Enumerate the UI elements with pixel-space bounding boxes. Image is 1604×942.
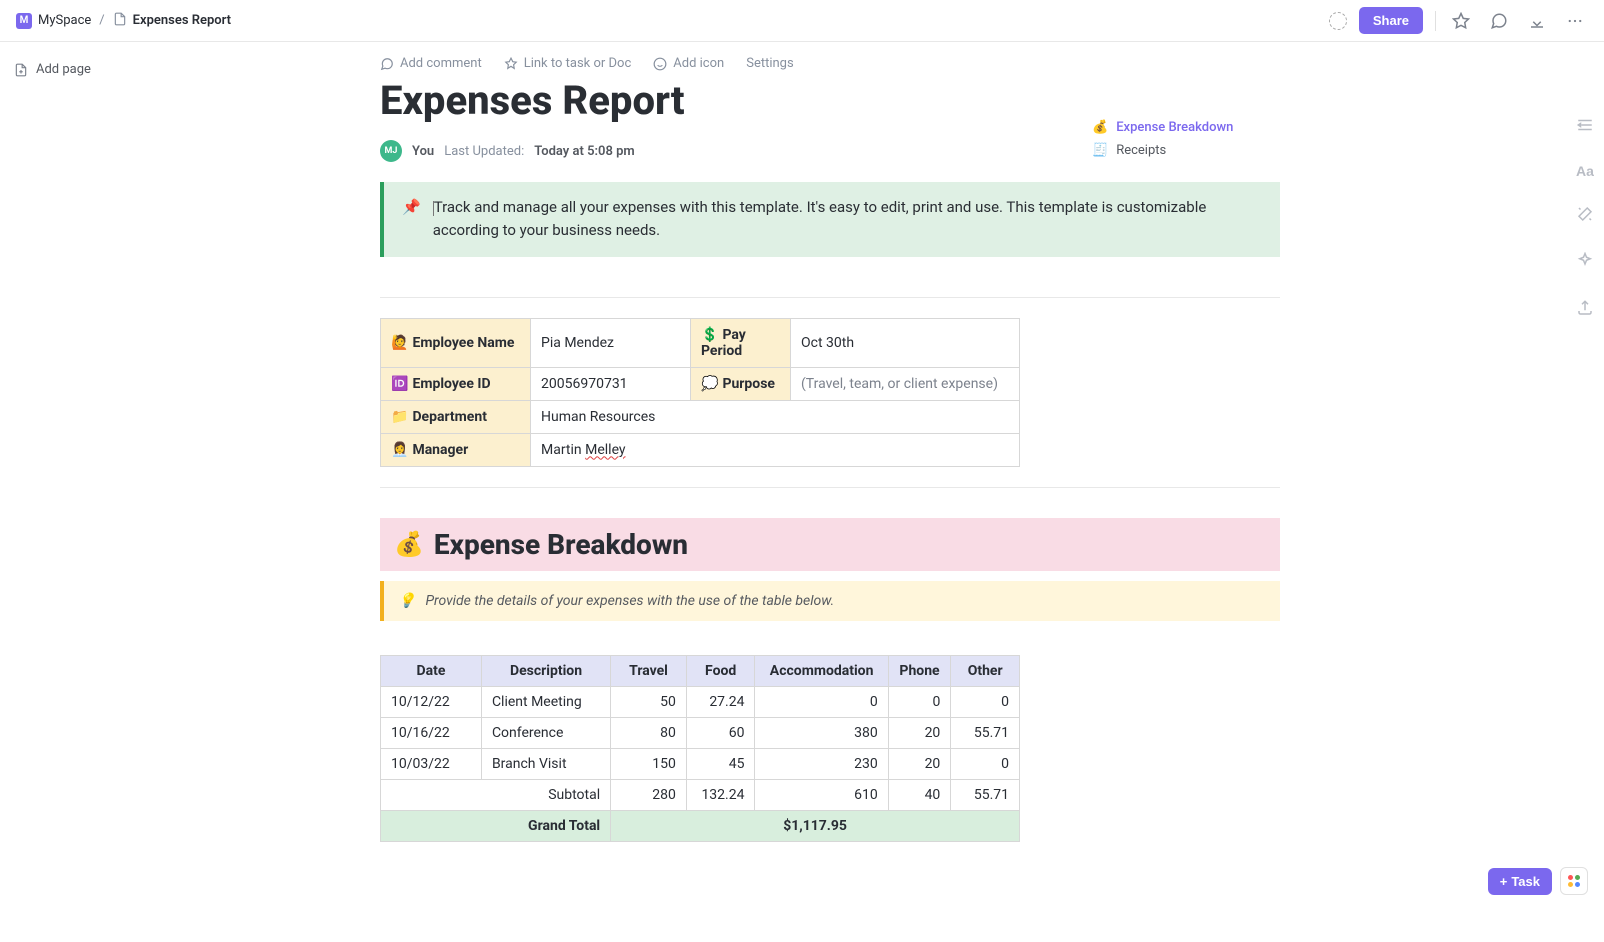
- breadcrumb: M MySpace / Expenses Report: [16, 12, 231, 30]
- bottom-buttons: +Task: [1488, 867, 1588, 895]
- updated-time: Today at 5:08 pm: [534, 144, 635, 159]
- tip-text: Provide the details of your expenses wit…: [425, 593, 834, 609]
- sparkle-icon[interactable]: [1570, 246, 1600, 279]
- mgr-label: Manager: [412, 442, 468, 458]
- breadcrumb-doc[interactable]: Expenses Report: [133, 13, 231, 28]
- apps-button[interactable]: [1560, 867, 1588, 895]
- doc-icon: [113, 12, 127, 30]
- typography-icon[interactable]: Aa: [1570, 157, 1600, 185]
- status-icon[interactable]: [1329, 12, 1347, 30]
- outline-panel: 💰 Expense Breakdown 🧾 Receipts: [1092, 116, 1233, 162]
- export-icon[interactable]: [1570, 293, 1600, 326]
- col-other: Other: [951, 655, 1020, 686]
- doc-actions: Add comment Link to task or Doc Add icon…: [380, 56, 1280, 71]
- add-page-button[interactable]: Add page: [10, 62, 190, 77]
- updated-label: Last Updated:: [444, 144, 524, 159]
- id-icon: 🆔: [391, 376, 408, 392]
- table-row[interactable]: 10/16/22Conference 8060 3802055.71: [381, 717, 1020, 748]
- manager-icon: 👩‍💼: [391, 442, 408, 458]
- divider: [1435, 11, 1436, 31]
- moneybag-icon: 💰: [394, 530, 424, 558]
- share-button[interactable]: Share: [1359, 7, 1423, 34]
- indent-icon[interactable]: [1570, 110, 1600, 143]
- col-accom: Accommodation: [755, 655, 888, 686]
- link-task-label: Link to task or Doc: [524, 56, 632, 71]
- emp-name-label: Employee Name: [412, 335, 514, 351]
- plus-icon: +: [1500, 874, 1508, 889]
- emp-name-value[interactable]: Pia Mendez: [531, 318, 691, 367]
- folder-icon: 📁: [391, 409, 408, 425]
- col-date: Date: [381, 655, 482, 686]
- add-icon-label: Add icon: [673, 56, 724, 71]
- divider-line-2: [380, 487, 1280, 488]
- subtotal-row: Subtotal 280132.24 6104055.71: [381, 779, 1020, 810]
- pay-period-value[interactable]: Oct 30th: [791, 318, 1020, 367]
- emp-id-value[interactable]: 20056970731: [531, 367, 691, 400]
- avatar[interactable]: MJ: [380, 140, 402, 162]
- grand-total-row: Grand Total $1,117.95: [381, 810, 1020, 841]
- download-icon[interactable]: [1524, 8, 1550, 34]
- table-row[interactable]: 10/12/22Client Meeting 5027.24 000: [381, 686, 1020, 717]
- col-travel: Travel: [611, 655, 687, 686]
- col-food: Food: [686, 655, 755, 686]
- tip-callout[interactable]: 💡 Provide the details of your expenses w…: [380, 581, 1280, 621]
- money-icon: 💲: [701, 327, 718, 343]
- receipt-icon: 🧾: [1092, 143, 1108, 158]
- add-icon-button[interactable]: Add icon: [653, 56, 724, 71]
- table-row[interactable]: 10/03/22Branch Visit 15045 230200: [381, 748, 1020, 779]
- callout[interactable]: 📌 Track and manage all your expenses wit…: [380, 182, 1280, 257]
- info-table[interactable]: 🙋Employee Name Pia Mendez 💲Pay Period Oc…: [380, 318, 1020, 467]
- expense-table[interactable]: Date Description Travel Food Accommodati…: [380, 655, 1020, 842]
- mgr-value[interactable]: Martin Melley: [531, 433, 1020, 466]
- breadcrumb-sep: /: [97, 13, 106, 28]
- settings-button[interactable]: Settings: [746, 56, 793, 71]
- star-icon[interactable]: [1448, 8, 1474, 34]
- author-label: You: [412, 144, 434, 159]
- col-phone: Phone: [888, 655, 951, 686]
- topbar: M MySpace / Expenses Report Share: [0, 0, 1604, 42]
- workspace-icon[interactable]: M: [16, 13, 32, 29]
- outline-item-receipts[interactable]: 🧾 Receipts: [1092, 139, 1233, 162]
- new-task-button[interactable]: +Task: [1488, 868, 1552, 895]
- bulb-icon: 💡: [398, 593, 415, 609]
- thought-icon: 💭: [701, 376, 718, 392]
- apps-icon: [1568, 875, 1580, 887]
- purpose-label: Purpose: [722, 376, 775, 392]
- link-task-button[interactable]: Link to task or Doc: [504, 56, 632, 71]
- section-header[interactable]: 💰 Expense Breakdown: [380, 518, 1280, 571]
- topbar-right: Share: [1329, 7, 1588, 34]
- add-comment-label: Add comment: [400, 56, 482, 71]
- dept-value[interactable]: Human Resources: [531, 400, 1020, 433]
- moneybag-icon: 💰: [1092, 120, 1108, 135]
- pin-icon: 📌: [402, 196, 421, 243]
- col-desc: Description: [481, 655, 610, 686]
- callout-text: Track and manage all your expenses with …: [433, 196, 1262, 243]
- divider-line: [380, 297, 1280, 298]
- purpose-value[interactable]: (Travel, team, or client expense): [791, 367, 1020, 400]
- breadcrumb-workspace[interactable]: MySpace: [38, 13, 91, 28]
- add-page-label: Add page: [36, 62, 91, 77]
- emp-id-label: Employee ID: [412, 376, 490, 392]
- left-panel: Add page: [0, 42, 200, 942]
- outline-item-expense[interactable]: 💰 Expense Breakdown: [1092, 116, 1233, 139]
- dept-label: Department: [412, 409, 487, 425]
- section-title: Expense Breakdown: [434, 528, 688, 561]
- main-content: Add comment Link to task or Doc Add icon…: [380, 42, 1280, 942]
- more-icon[interactable]: [1562, 8, 1588, 34]
- comment-icon[interactable]: [1486, 8, 1512, 34]
- person-icon: 🙋: [391, 335, 408, 351]
- table-header-row: Date Description Travel Food Accommodati…: [381, 655, 1020, 686]
- add-comment-button[interactable]: Add comment: [380, 56, 482, 71]
- right-rail: Aa: [1570, 110, 1600, 326]
- wand-icon[interactable]: [1570, 199, 1600, 232]
